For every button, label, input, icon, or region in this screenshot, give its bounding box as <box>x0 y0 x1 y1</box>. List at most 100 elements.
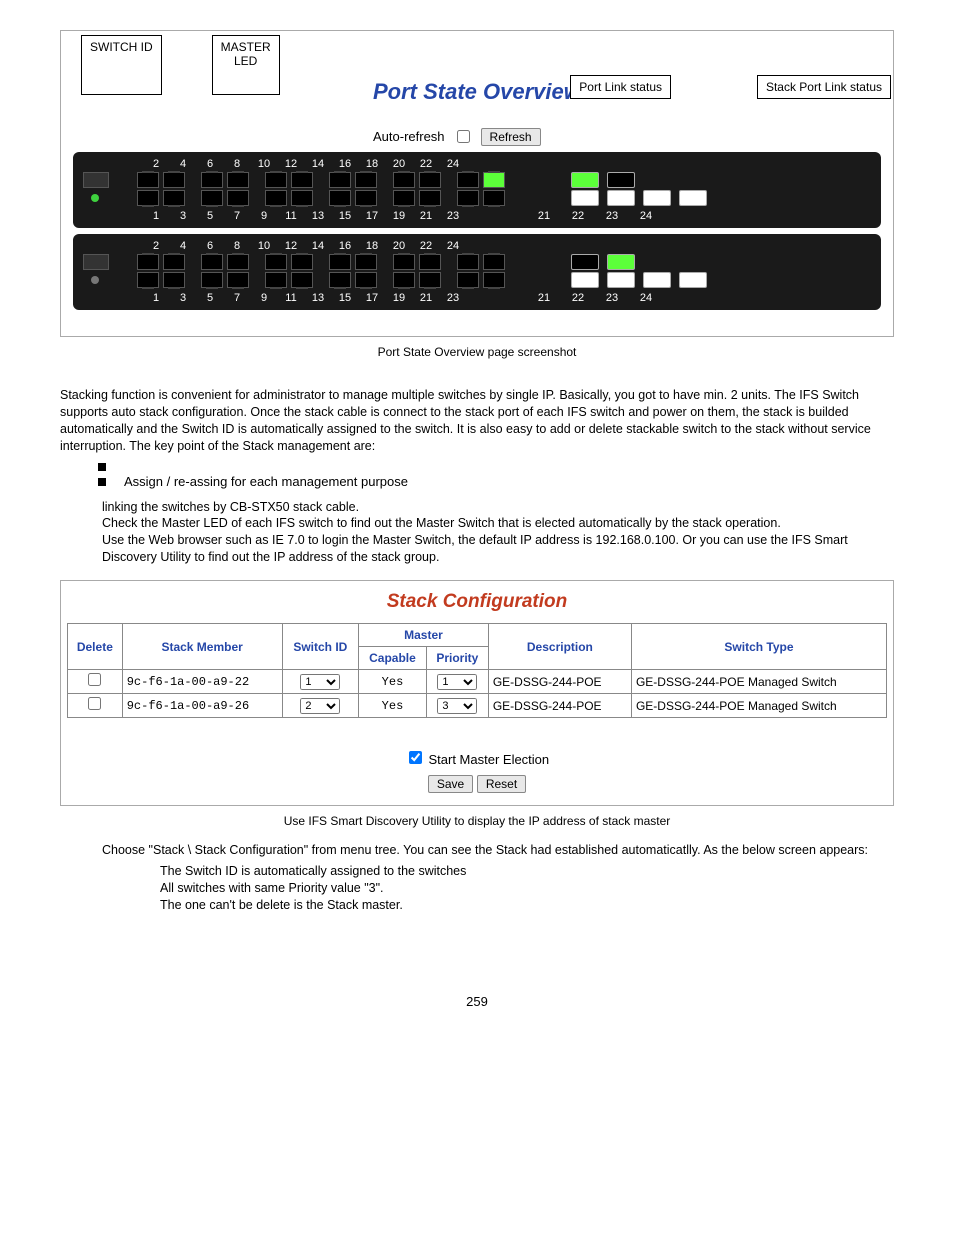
port[interactable] <box>265 190 287 206</box>
port[interactable] <box>329 254 351 270</box>
port[interactable] <box>291 272 313 288</box>
port-number: 9 <box>255 292 273 304</box>
port[interactable] <box>355 172 377 188</box>
port[interactable] <box>355 190 377 206</box>
port[interactable] <box>265 254 287 270</box>
port[interactable] <box>457 254 479 270</box>
port-number: 12 <box>282 240 300 252</box>
table-row: 9c-f6-1a-00-a9-221Yes1GE-DSSG-244-POEGE-… <box>68 670 887 694</box>
port[interactable] <box>227 272 249 288</box>
delete-checkbox[interactable] <box>88 697 101 710</box>
autorefresh-checkbox[interactable] <box>457 130 470 143</box>
port[interactable] <box>227 172 249 188</box>
button-row: Save Reset <box>67 775 887 793</box>
stack-config-title: Stack Configuration <box>67 591 887 613</box>
port-number: 16 <box>336 240 354 252</box>
port[interactable] <box>163 172 185 188</box>
port[interactable] <box>137 272 159 288</box>
port-numbers-top: 24681012141618202224 <box>147 158 871 170</box>
port[interactable] <box>163 190 185 206</box>
port[interactable] <box>291 254 313 270</box>
port[interactable] <box>419 190 441 206</box>
port[interactable] <box>457 272 479 288</box>
port-row-top-1 <box>137 172 505 188</box>
port-number: 20 <box>390 158 408 170</box>
port[interactable] <box>483 272 505 288</box>
port-number: 10 <box>255 240 273 252</box>
port[interactable] <box>393 190 415 206</box>
switch-id-select[interactable]: 1 <box>300 674 340 690</box>
port[interactable] <box>137 172 159 188</box>
port-number: 4 <box>174 240 192 252</box>
port[interactable] <box>201 172 223 188</box>
port[interactable] <box>201 254 223 270</box>
port-number: 11 <box>282 210 300 222</box>
port[interactable] <box>419 272 441 288</box>
port[interactable] <box>137 254 159 270</box>
port[interactable] <box>163 272 185 288</box>
port[interactable] <box>355 254 377 270</box>
cell-desc: GE-DSSG-244-POE <box>488 670 631 694</box>
sub-a: The Switch ID is automatically assigned … <box>160 863 894 880</box>
port-number: 5 <box>201 292 219 304</box>
port[interactable] <box>227 254 249 270</box>
port[interactable] <box>265 172 287 188</box>
port[interactable] <box>329 272 351 288</box>
cell-mac: 9c-f6-1a-00-a9-26 <box>122 694 282 718</box>
port-number: 13 <box>309 292 327 304</box>
port[interactable] <box>291 172 313 188</box>
port[interactable] <box>393 172 415 188</box>
port[interactable] <box>163 254 185 270</box>
port[interactable] <box>137 190 159 206</box>
port[interactable] <box>227 190 249 206</box>
port[interactable] <box>291 190 313 206</box>
port-number: 13 <box>309 210 327 222</box>
port[interactable] <box>265 272 287 288</box>
stack-ports-top-2 <box>571 254 635 270</box>
priority-select[interactable]: 1 <box>437 674 477 690</box>
reset-button[interactable]: Reset <box>477 775 526 793</box>
autorefresh-label: Auto-refresh <box>373 129 445 144</box>
cell-desc: GE-DSSG-244-POE <box>488 694 631 718</box>
port-number: 18 <box>363 158 381 170</box>
master-led-2 <box>91 276 99 284</box>
save-button[interactable]: Save <box>428 775 473 793</box>
stack-ports-bot-2 <box>571 272 707 288</box>
port[interactable] <box>201 190 223 206</box>
port-number: 6 <box>201 240 219 252</box>
port[interactable] <box>483 190 505 206</box>
port[interactable] <box>393 254 415 270</box>
port[interactable] <box>355 272 377 288</box>
start-master-election-checkbox[interactable] <box>409 751 422 764</box>
start-master-election-label: Start Master Election <box>428 752 549 767</box>
priority-select[interactable]: 3 <box>437 698 477 714</box>
port-state-figure: SWITCH ID MASTER LED Port Link status St… <box>60 30 894 337</box>
port[interactable] <box>201 272 223 288</box>
port-number: 11 <box>282 292 300 304</box>
port[interactable] <box>457 172 479 188</box>
port-number: 3 <box>174 292 192 304</box>
delete-checkbox[interactable] <box>88 673 101 686</box>
stack-port <box>571 190 599 206</box>
col-master: Master <box>359 624 489 647</box>
port[interactable] <box>483 254 505 270</box>
col-sid: Switch ID <box>282 624 359 670</box>
port[interactable] <box>393 272 415 288</box>
switch-id-select[interactable]: 2 <box>300 698 340 714</box>
refresh-button[interactable]: Refresh <box>481 128 541 146</box>
port[interactable] <box>483 172 505 188</box>
port-row-bot-2 <box>137 272 505 288</box>
port-number: 19 <box>390 292 408 304</box>
stack-config-figure: Stack Configuration Delete Stack Member … <box>60 580 894 806</box>
bullet-list: Assign / re-assing for each management p… <box>98 459 894 489</box>
master-led-1 <box>91 194 99 202</box>
port[interactable] <box>457 190 479 206</box>
port-number: 4 <box>174 158 192 170</box>
port[interactable] <box>419 172 441 188</box>
port-number: 17 <box>363 210 381 222</box>
port[interactable] <box>329 172 351 188</box>
port[interactable] <box>329 190 351 206</box>
stack-numbers-2: 21222324 <box>532 292 658 304</box>
cell-mac: 9c-f6-1a-00-a9-22 <box>122 670 282 694</box>
port[interactable] <box>419 254 441 270</box>
